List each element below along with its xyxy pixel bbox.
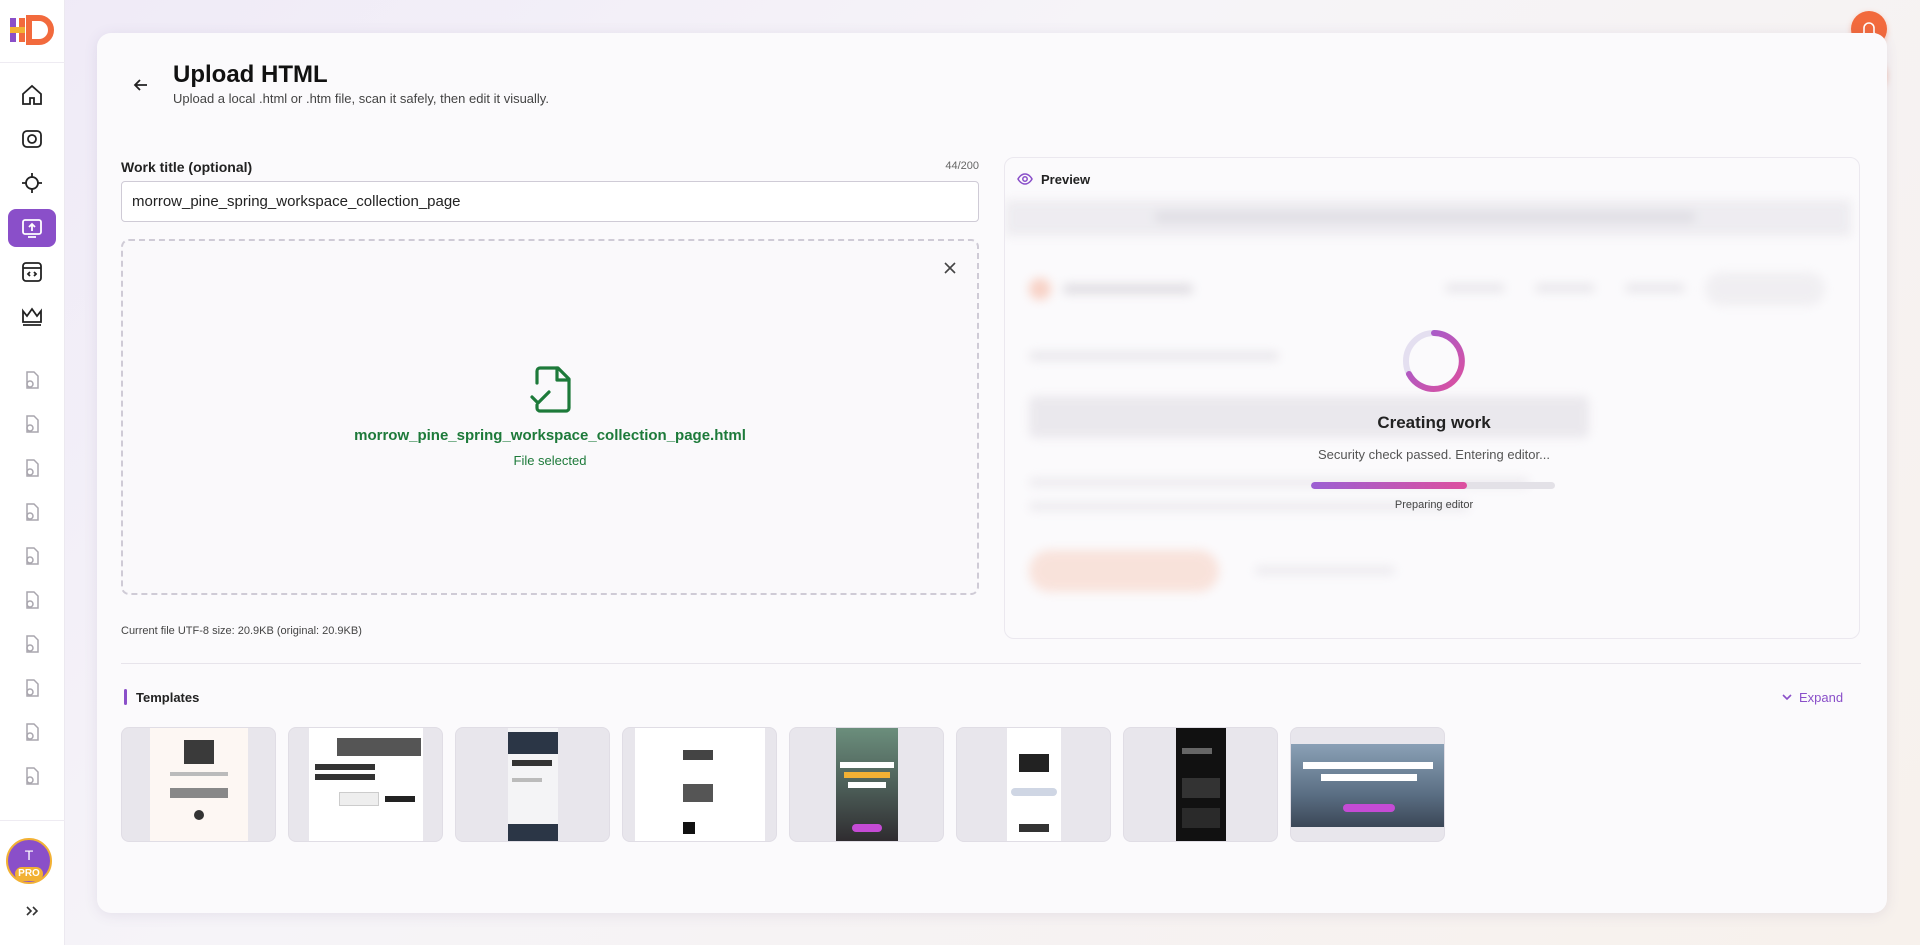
sidebar-divider xyxy=(0,820,65,821)
char-count: 44/200 xyxy=(945,160,979,172)
template-thumbnail[interactable] xyxy=(121,727,276,842)
file-size-info: Current file UTF-8 size: 20.9KB (origina… xyxy=(121,625,362,637)
history-page-icon xyxy=(26,679,39,697)
sidebar-history-item[interactable] xyxy=(14,584,50,616)
app-logo[interactable] xyxy=(10,12,56,48)
templates-expand-button[interactable]: Expand xyxy=(1781,688,1843,706)
expand-label: Expand xyxy=(1799,689,1844,705)
camera-icon xyxy=(22,130,42,148)
sidebar-item-target[interactable] xyxy=(8,164,56,202)
arrow-left-icon xyxy=(133,79,147,91)
code-file-icon xyxy=(22,262,42,282)
history-page-icon xyxy=(26,547,39,565)
sidebar-item-pro[interactable] xyxy=(8,297,56,335)
template-thumbnail[interactable] xyxy=(1290,727,1445,842)
sidebar-history-item[interactable] xyxy=(14,540,50,572)
loading-subtitle: Security check passed. Entering editor..… xyxy=(1318,447,1550,462)
sidebar-item-code[interactable] xyxy=(8,253,56,291)
sidebar: T PRO xyxy=(0,0,65,945)
template-thumbnail[interactable] xyxy=(956,727,1111,842)
sidebar-history-item[interactable] xyxy=(14,408,50,440)
history-page-icon xyxy=(26,635,39,653)
sidebar-history-item[interactable] xyxy=(14,364,50,396)
pro-badge: PRO xyxy=(15,867,43,881)
preview-panel: Preview xyxy=(1004,157,1860,639)
sidebar-divider xyxy=(0,62,65,63)
template-thumbnail[interactable] xyxy=(1123,727,1278,842)
template-thumbnail[interactable] xyxy=(288,727,443,842)
template-thumbnail[interactable] xyxy=(789,727,944,842)
upload-html-icon xyxy=(22,219,42,238)
eye-icon xyxy=(1017,173,1033,185)
progress-fill xyxy=(1311,482,1468,489)
history-page-icon xyxy=(26,503,39,521)
history-page-icon xyxy=(26,767,39,785)
crown-icon xyxy=(22,307,42,326)
file-status: File selected xyxy=(513,453,587,468)
progress-label: Preparing editor xyxy=(1394,499,1474,511)
work-title-input[interactable] xyxy=(121,181,979,222)
sidebar-history-item[interactable] xyxy=(14,452,50,484)
loading-spinner xyxy=(1403,330,1465,392)
history-page-icon xyxy=(26,371,39,389)
sidebar-history-item[interactable] xyxy=(14,496,50,528)
template-thumbnail[interactable] xyxy=(622,727,777,842)
sidebar-history-item[interactable] xyxy=(14,628,50,660)
back-button[interactable] xyxy=(127,71,155,99)
sidebar-item-upload-html[interactable] xyxy=(8,209,56,247)
templates-title: Templates xyxy=(136,690,200,705)
user-avatar-button[interactable]: T PRO xyxy=(4,836,54,886)
template-thumbnail[interactable] xyxy=(455,727,610,842)
home-icon xyxy=(22,84,42,105)
upload-card: Upload HTML Upload a local .html or .htm… xyxy=(97,33,1887,913)
preview-label: Preview xyxy=(1041,172,1091,187)
file-dropzone[interactable]: morrow_pine_spring_workspace_collection_… xyxy=(121,239,979,595)
file-check-icon xyxy=(530,366,571,413)
remove-file-button[interactable] xyxy=(939,257,961,279)
history-page-icon xyxy=(26,591,39,609)
selected-file-name: morrow_pine_spring_workspace_collection_… xyxy=(354,427,746,444)
history-page-icon xyxy=(26,459,39,477)
sidebar-history-item[interactable] xyxy=(14,760,50,792)
sidebar-item-capture[interactable] xyxy=(8,120,56,158)
section-divider xyxy=(121,663,1861,664)
work-title-label: Work title (optional) xyxy=(121,159,253,175)
chevron-down-icon xyxy=(1782,694,1792,701)
close-icon xyxy=(944,262,956,274)
templates-accent-bar xyxy=(124,689,127,705)
expand-sidebar-button[interactable] xyxy=(20,900,44,922)
sidebar-history-item[interactable] xyxy=(14,672,50,704)
sidebar-history-item[interactable] xyxy=(14,716,50,748)
history-page-icon xyxy=(26,415,39,433)
sidebar-item-home[interactable] xyxy=(8,76,56,114)
page-subtitle: Upload a local .html or .htm file, scan … xyxy=(173,91,549,106)
crosshair-icon xyxy=(22,173,42,193)
page-title: Upload HTML xyxy=(173,61,328,88)
preview-header: Preview xyxy=(1005,158,1859,200)
history-page-icon xyxy=(26,723,39,741)
double-chevron-right-icon xyxy=(26,906,39,916)
progress-bar xyxy=(1311,482,1555,489)
loading-title: Creating work xyxy=(1377,413,1491,432)
